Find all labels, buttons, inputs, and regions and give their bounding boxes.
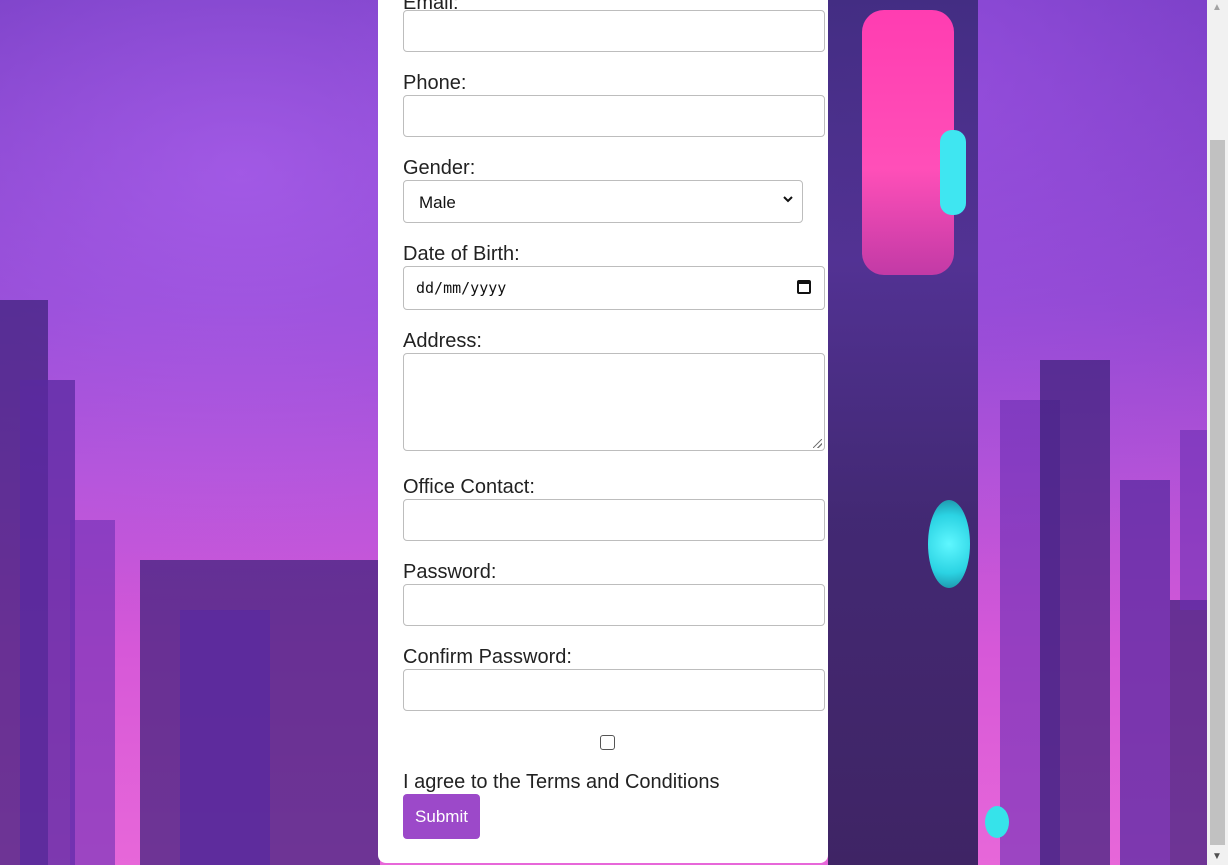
dob-label: Date of Birth: bbox=[403, 243, 520, 265]
calendar-icon[interactable] bbox=[797, 280, 811, 294]
vertical-scrollbar[interactable]: ▲ ▼ bbox=[1207, 0, 1228, 865]
dob-placeholder: dd/mm/yyyy bbox=[416, 279, 507, 297]
gender-selected-value: Male bbox=[419, 193, 456, 212]
password-field[interactable] bbox=[403, 584, 825, 626]
scrollbar-thumb[interactable] bbox=[1210, 140, 1225, 845]
robot-orb-small bbox=[985, 806, 1009, 838]
chevron-down-icon bbox=[782, 192, 794, 208]
robot-orb bbox=[928, 500, 970, 588]
phone-label: Phone: bbox=[403, 72, 467, 94]
email-field[interactable] bbox=[403, 10, 825, 52]
submit-button[interactable]: Submit bbox=[403, 794, 480, 839]
confirm-password-label: Confirm Password: bbox=[403, 646, 572, 668]
dob-field[interactable]: dd/mm/yyyy bbox=[403, 266, 825, 310]
robot-visor bbox=[940, 130, 966, 215]
gender-label: Gender: bbox=[403, 157, 476, 179]
scroll-up-arrow-icon[interactable]: ▲ bbox=[1212, 2, 1222, 13]
office-contact-label: Office Contact: bbox=[403, 476, 535, 498]
password-label: Password: bbox=[403, 561, 497, 583]
address-label: Address: bbox=[403, 330, 482, 352]
terms-checkbox[interactable] bbox=[600, 735, 615, 750]
office-contact-field[interactable] bbox=[403, 499, 825, 541]
scroll-down-arrow-icon[interactable]: ▼ bbox=[1212, 851, 1222, 862]
gender-select[interactable]: Male bbox=[403, 180, 803, 223]
resize-grip-icon[interactable] bbox=[813, 439, 822, 448]
confirm-password-field[interactable] bbox=[403, 669, 825, 711]
phone-field[interactable] bbox=[403, 95, 825, 137]
address-textarea[interactable] bbox=[403, 353, 825, 451]
terms-label: I agree to the Terms and Conditions bbox=[403, 771, 720, 793]
